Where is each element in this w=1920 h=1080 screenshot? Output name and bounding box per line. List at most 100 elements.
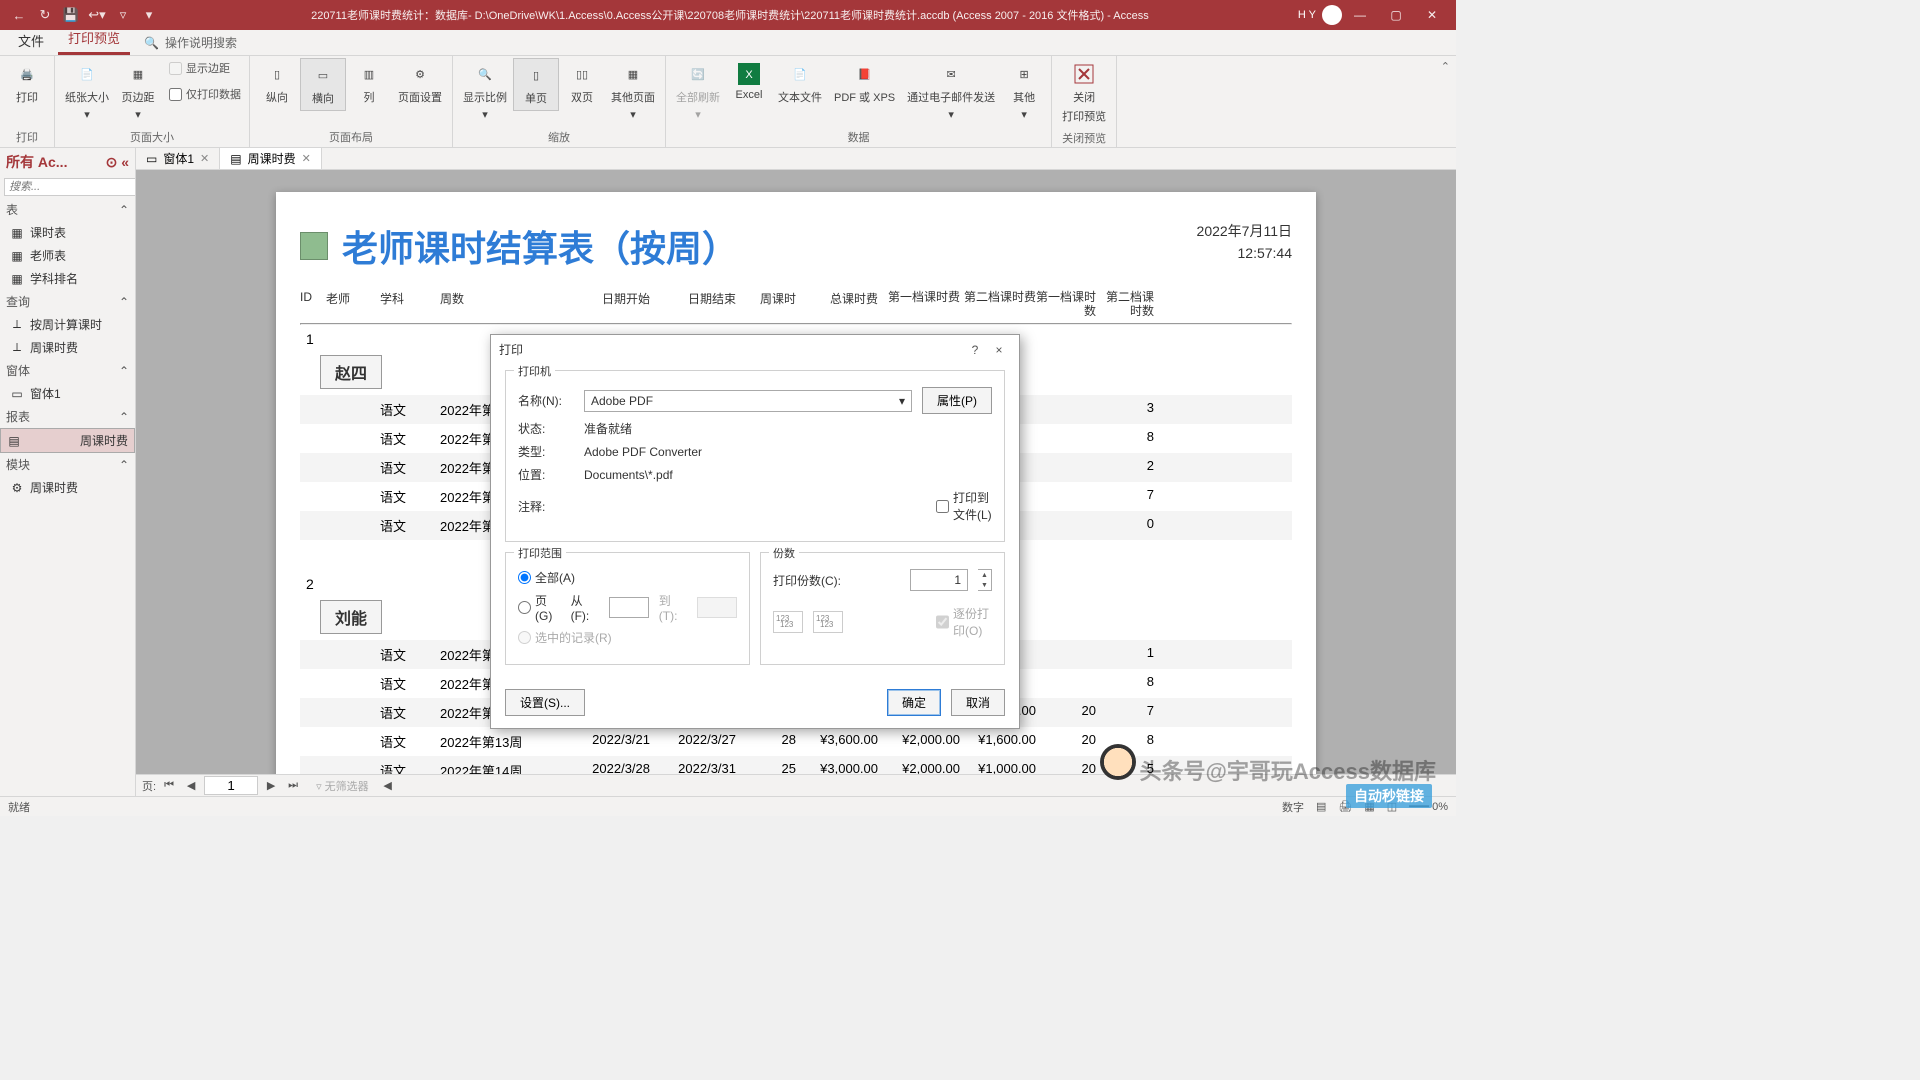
nav-item-query[interactable]: ⟂按周计算课时 — [0, 313, 135, 336]
doc-tab-form[interactable]: ▭窗体1✕ — [136, 148, 220, 169]
more-pages-icon: ▦ — [621, 62, 645, 86]
no-filter-label: ▿ 无筛选器 — [316, 778, 369, 794]
two-pages-button[interactable]: ▯▯双页 — [559, 58, 605, 109]
copies-section: 份数 打印份数(C): 1 ▲▼ 逐份打印(O) — [760, 552, 1005, 665]
landscape-button[interactable]: ▭横向 — [300, 58, 346, 111]
collate-check: 逐份打印(O) — [936, 605, 992, 639]
module-icon: ⚙ — [10, 481, 24, 495]
range-pages-radio[interactable]: 页(G) — [518, 592, 561, 623]
zoom-icon: 🔍 — [473, 62, 497, 86]
two-pages-icon: ▯▯ — [570, 62, 594, 86]
collapse-ribbon-icon[interactable]: ⌃ — [1441, 60, 1450, 73]
next-page-button[interactable]: ▶ — [262, 779, 280, 792]
ok-button[interactable]: 确定 — [887, 689, 941, 716]
search-icon: 🔍 — [144, 36, 159, 50]
report-columns: ID老师 学科周数 日期开始日期结束 周课时总课时费 第一档课时费第二档课时费 … — [300, 290, 1292, 323]
print-data-only-check[interactable]: 仅打印数据 — [165, 84, 245, 104]
window-title: 220711老师课时费统计：数据库- D:\OneDrive\WK\1.Acce… — [162, 7, 1298, 23]
printer-icon: 🖨️ — [15, 62, 39, 86]
text-file-button[interactable]: 📄文本文件 — [772, 58, 828, 109]
navigation-pane: 所有 Ac...⊙ « 🔍 表⌃ ▦课时表 ▦老师表 ▦学科排名 查询⌃ ⟂按周… — [0, 148, 136, 796]
close-tab-icon[interactable]: ✕ — [200, 152, 209, 165]
from-page-input[interactable] — [609, 597, 649, 618]
nav-item-report[interactable]: ▤周课时费 — [0, 428, 135, 453]
email-button[interactable]: ✉通过电子邮件发送▾ — [901, 58, 1001, 125]
last-page-button[interactable]: ⏭ — [284, 779, 302, 792]
margins-button[interactable]: ▦页边距▾ — [115, 58, 161, 125]
first-page-button[interactable]: ⏮ — [160, 779, 178, 792]
nav-item-table[interactable]: ▦老师表 — [0, 244, 135, 267]
one-page-button[interactable]: ▯单页 — [513, 58, 559, 111]
collate-icon — [813, 611, 843, 633]
nav-cat-reports[interactable]: 报表⌃ — [0, 405, 135, 428]
undo-dropdown-icon[interactable]: ↩▾ — [84, 2, 110, 28]
table-row: 语文2022年第13周2022/3/212022/3/2728¥3,600.00… — [300, 727, 1292, 756]
range-all-radio[interactable]: 全部(A) — [518, 569, 575, 586]
show-margins-check[interactable]: 显示边距 — [165, 58, 245, 78]
close-tab-icon[interactable]: ✕ — [302, 152, 311, 165]
copies-spinner[interactable]: ▲▼ — [978, 569, 992, 591]
table-row: 语文2022年第14周2022/3/282022/3/3125¥3,000.00… — [300, 756, 1292, 774]
filter-icon[interactable]: ▿ — [110, 2, 136, 28]
back-icon[interactable]: ← — [6, 2, 32, 28]
nav-item-table[interactable]: ▦课时表 — [0, 221, 135, 244]
margins-icon: ▦ — [126, 62, 150, 86]
printer-select[interactable]: Adobe PDF▾ — [584, 390, 912, 412]
tab-file[interactable]: 文件 — [8, 27, 54, 55]
print-to-file-check[interactable]: 打印到文件(L) — [936, 489, 992, 523]
page-icon: 📄 — [75, 62, 99, 86]
tab-print-preview[interactable]: 打印预览 — [58, 24, 130, 55]
setup-button[interactable]: 设置(S)... — [505, 689, 585, 716]
zoom-button[interactable]: 🔍显示比例▾ — [457, 58, 513, 125]
save-icon[interactable]: 💾 — [58, 2, 84, 28]
paper-size-button[interactable]: 📄纸张大小▾ — [59, 58, 115, 125]
nav-item-query[interactable]: ⟂周课时费 — [0, 336, 135, 359]
copies-input[interactable]: 1 — [910, 569, 968, 591]
nav-cat-tables[interactable]: 表⌃ — [0, 198, 135, 221]
dialog-close-button[interactable]: × — [987, 343, 1011, 357]
nav-item-form[interactable]: ▭窗体1 — [0, 382, 135, 405]
close-window-button[interactable]: ✕ — [1414, 1, 1450, 29]
excel-button[interactable]: XExcel — [726, 58, 772, 105]
portrait-button[interactable]: ▯纵向 — [254, 58, 300, 109]
nav-header[interactable]: 所有 Ac...⊙ « — [0, 148, 135, 176]
doc-tab-report[interactable]: ▤周课时费✕ — [220, 148, 322, 169]
nav-cat-modules[interactable]: 模块⌃ — [0, 453, 135, 476]
columns-button[interactable]: ▥列 — [346, 58, 392, 109]
excel-icon: X — [737, 62, 761, 86]
minimize-button[interactable]: — — [1342, 1, 1378, 29]
nav-item-table[interactable]: ▦学科排名 — [0, 267, 135, 290]
grid-icon: ⊞ — [1012, 62, 1036, 86]
dialog-titlebar[interactable]: 打印 ? × — [491, 335, 1019, 364]
nav-search-input[interactable] — [4, 178, 136, 196]
other-export-button[interactable]: ⊞其他▾ — [1001, 58, 1047, 125]
close-preview-button[interactable]: 关闭打印预览 — [1056, 58, 1112, 128]
cancel-button[interactable]: 取消 — [951, 689, 1005, 716]
redo-icon[interactable]: ↻ — [32, 2, 58, 28]
nav-cat-forms[interactable]: 窗体⌃ — [0, 359, 135, 382]
pdf-xps-button[interactable]: 📕PDF 或 XPS — [828, 58, 901, 109]
report-title: 老师课时结算表（按周） — [300, 220, 738, 272]
print-button[interactable]: 🖨️打印 — [4, 58, 50, 109]
nav-cat-queries[interactable]: 查询⌃ — [0, 290, 135, 313]
qat-more-icon[interactable]: ▾ — [136, 2, 162, 28]
page-setup-button[interactable]: ⚙页面设置 — [392, 58, 448, 109]
more-pages-button[interactable]: ▦其他页面▾ — [605, 58, 661, 125]
nav-search[interactable]: 🔍 — [0, 176, 135, 198]
view-report-icon[interactable]: ▤ — [1316, 800, 1326, 813]
properties-button[interactable]: 属性(P) — [922, 387, 992, 414]
nav-item-module[interactable]: ⚙周课时费 — [0, 476, 135, 499]
tell-me-search[interactable]: 🔍 操作说明搜索 — [134, 30, 247, 55]
printer-section: 打印机 名称(N): Adobe PDF▾ 属性(P) 状态:准备就绪 类型:A… — [505, 370, 1005, 542]
scroll-left-button[interactable]: ◀ — [379, 779, 397, 792]
page-number-input[interactable] — [204, 776, 258, 795]
numlock-indicator: 数字 — [1282, 799, 1304, 815]
user-badge[interactable]: H Y — [1298, 5, 1342, 25]
dialog-help-button[interactable]: ? — [963, 343, 987, 357]
record-pager: 页: ⏮ ◀ ▶ ⏭ ▿ 无筛选器 ◀ — [136, 774, 1456, 796]
chevron-down-icon[interactable]: ⊙ « — [106, 154, 129, 171]
maximize-button[interactable]: ▢ — [1378, 1, 1414, 29]
ribbon: 🖨️打印 打印 📄纸张大小▾ ▦页边距▾ 显示边距 仅打印数据 页面大小 ▯纵向… — [0, 56, 1456, 148]
query-icon: ⟂ — [10, 341, 24, 355]
prev-page-button[interactable]: ◀ — [182, 779, 200, 792]
